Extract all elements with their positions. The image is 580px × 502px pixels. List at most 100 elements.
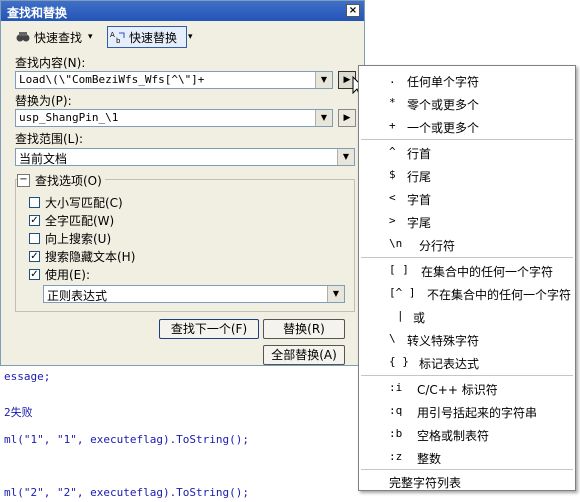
code-line: 2失败 [4, 406, 33, 419]
menu-separator [361, 375, 573, 376]
menu-item-symbol: | [397, 309, 404, 322]
menu-item-label: 任何单个字符 [407, 75, 480, 89]
use-checkbox[interactable]: ✓ 使用(E): [29, 266, 90, 283]
scope-select[interactable]: 当前文档 ▼ [15, 148, 355, 166]
menu-item[interactable]: > 字尾 [359, 211, 575, 231]
replace-label: 替换为(P): [15, 94, 72, 108]
menu-item-label: 分行符 [419, 239, 456, 253]
menu-item-symbol: ^ [389, 145, 396, 158]
code-line: essage; [4, 370, 51, 383]
whole-word-checkbox[interactable]: ✓ 全字匹配(W) [29, 212, 114, 229]
find-input-value: Load\(\"ComBeziWfs_Wfs[^\"]+ [19, 73, 205, 86]
menu-item[interactable]: $ 行尾 [359, 165, 575, 185]
quick-replace-dropdown[interactable]: ▾ [187, 26, 197, 48]
triangle-right-icon: ▶ [343, 113, 351, 123]
menu-item[interactable]: ^ 行首 [359, 142, 575, 162]
regex-builder-menu: . 任何单个字符 * 零个或更多个 + 一个或更多个 ^ 行首 $ 行尾 < 字首 > 字尾 … [358, 65, 576, 491]
search-up-checkbox[interactable]: 向上搜索(U) [29, 230, 111, 247]
menu-item-label: 一个或更多个 [407, 121, 480, 135]
chevron-down-icon[interactable]: ▼ [337, 149, 354, 165]
quick-find-button[interactable]: 快速查找 ▾ [11, 26, 103, 48]
menu-item-label: 完整字符列表 [389, 476, 462, 490]
find-next-button[interactable]: 查找下一个(F) [159, 319, 259, 339]
chevron-down-icon[interactable]: ▼ [315, 72, 332, 88]
menu-item[interactable]: \ 转义特殊字符 [359, 329, 575, 349]
checkbox-label: 大小写匹配(C) [45, 196, 123, 210]
replace-builder-button[interactable]: ▶ [338, 109, 356, 127]
menu-item-label: 在集合中的任何一个字符 [421, 265, 554, 279]
menu-item-label: 字首 [407, 193, 432, 207]
menu-item-symbol: :q [389, 404, 403, 417]
match-case-checkbox[interactable]: 大小写匹配(C) [29, 194, 123, 211]
find-input[interactable]: Load\(\"ComBeziWfs_Wfs[^\"]+ ▼ [15, 71, 333, 89]
menu-item-label: 或 [413, 311, 426, 325]
check-icon[interactable]: ✓ [29, 251, 40, 262]
menu-item[interactable]: :i C/C++ 标识符 [359, 378, 575, 398]
chevron-down-icon: ▾ [188, 32, 193, 42]
menu-item-label: 空格或制表符 [417, 429, 490, 443]
menu-item-symbol: \ [389, 332, 396, 345]
dialog-titlebar[interactable]: 查找和替换 × [1, 1, 364, 21]
menu-item[interactable]: | 或 [359, 306, 575, 326]
chevron-down-icon[interactable]: ▼ [327, 286, 344, 302]
replace-input[interactable]: usp_ShangPin_\1 ▼ [15, 109, 333, 127]
menu-item-symbol: :i [389, 381, 403, 394]
menu-item-label: C/C++ 标识符 [417, 383, 498, 397]
menu-item-full-list[interactable]: 完整字符列表 [359, 471, 575, 491]
search-hidden-checkbox[interactable]: ✓ 搜索隐藏文本(H) [29, 248, 135, 265]
check-icon[interactable]: ✓ [29, 215, 40, 226]
menu-item-symbol: [ ] [389, 263, 409, 276]
checkbox-label: 搜索隐藏文本(H) [45, 250, 136, 264]
menu-item-label: 用引号括起来的字符串 [417, 406, 538, 420]
menu-item[interactable]: :q 用引号括起来的字符串 [359, 401, 575, 421]
triangle-right-icon: ▶ [343, 75, 351, 85]
menu-item[interactable]: [ ] 在集合中的任何一个字符 [359, 260, 575, 280]
menu-item[interactable]: :b 空格或制表符 [359, 424, 575, 444]
menu-separator [361, 257, 573, 258]
menu-item[interactable]: . 任何单个字符 [359, 70, 575, 90]
menu-item-symbol: { } [389, 355, 409, 368]
menu-item[interactable]: :z 整数 [359, 447, 575, 467]
menu-item[interactable]: < 字首 [359, 188, 575, 208]
find-replace-dialog: 查找和替换 × 快速查找 ▾ Ab 快速替换 ▾ 查找内容(N): Load\(… [0, 0, 365, 366]
replace-button[interactable]: 替换(R) [263, 319, 345, 339]
menu-item[interactable]: + 一个或更多个 [359, 116, 575, 136]
use-type-value: 正则表达式 [47, 289, 108, 303]
code-line: ml("2", "2", executeflag).ToString(); [4, 486, 250, 499]
menu-item-label: 整数 [417, 452, 442, 466]
svg-text:b: b [116, 37, 121, 44]
checkbox-box[interactable] [29, 197, 40, 208]
replace-all-button[interactable]: 全部替换(A) [263, 345, 345, 365]
menu-item[interactable]: [^ ] 不在集合中的任何一个字符 [359, 283, 575, 303]
scope-select-value: 当前文档 [19, 152, 68, 166]
check-icon[interactable]: ✓ [29, 269, 40, 280]
menu-item-label: 不在集合中的任何一个字符 [427, 288, 572, 302]
chevron-down-icon: ▾ [88, 32, 93, 42]
menu-item[interactable]: \n 分行符 [359, 234, 575, 254]
svg-text:A: A [110, 31, 115, 39]
menu-item[interactable]: * 零个或更多个 [359, 93, 575, 113]
menu-separator [361, 469, 573, 470]
menu-separator [361, 139, 573, 140]
menu-item-symbol: \n [389, 237, 403, 250]
quick-find-label: 快速查找 [34, 30, 83, 45]
menu-item-symbol: + [389, 119, 396, 132]
menu-item-symbol: < [389, 191, 396, 204]
find-options-header[interactable]: − 查找选项(O) [17, 172, 105, 189]
menu-item-symbol: . [389, 73, 396, 86]
menu-item-label: 行首 [407, 147, 432, 161]
scope-label: 查找范围(L): [15, 132, 84, 146]
chevron-down-icon[interactable]: ▼ [315, 110, 332, 126]
menu-item-symbol: [^ ] [389, 286, 416, 299]
code-line: ml("1", "1", executeflag).ToString(); [4, 433, 250, 446]
menu-item-symbol: * [389, 96, 396, 109]
menu-item[interactable]: { } 标记表达式 [359, 352, 575, 372]
collapse-toggle[interactable]: − [17, 174, 30, 187]
menu-item-symbol: > [389, 214, 396, 227]
close-icon[interactable]: × [346, 4, 360, 17]
quick-replace-button[interactable]: Ab 快速替换 [107, 26, 187, 48]
quick-replace-label: 快速替换 [129, 30, 178, 45]
use-type-select[interactable]: 正则表达式 ▼ [43, 285, 345, 303]
menu-item-label: 转义特殊字符 [407, 334, 480, 348]
checkbox-box[interactable] [29, 233, 40, 244]
